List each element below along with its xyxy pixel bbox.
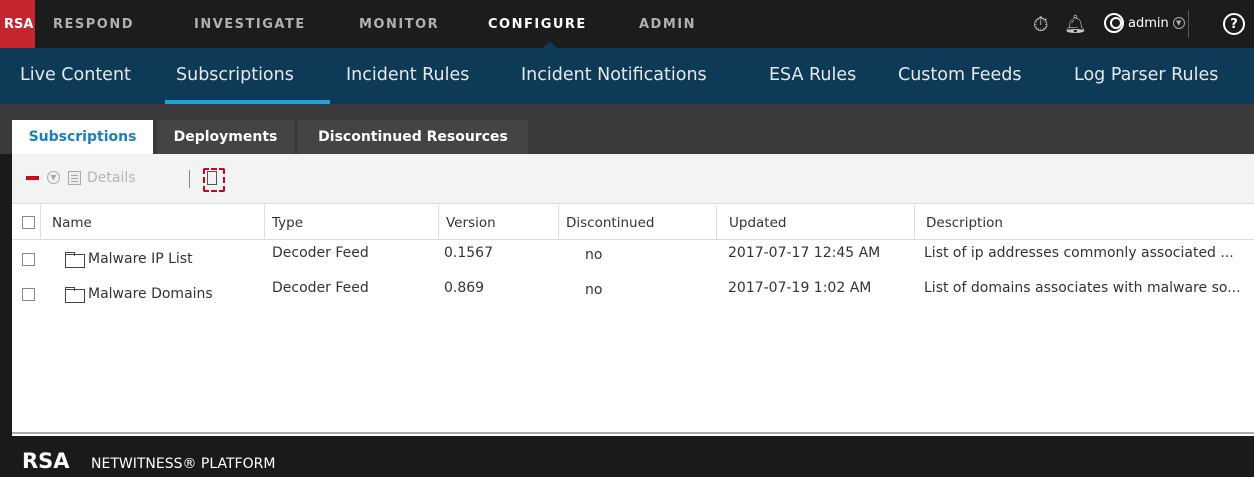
folder-icon xyxy=(65,287,85,303)
row-checkbox[interactable] xyxy=(22,253,35,266)
cell-version: 0.1567 xyxy=(444,245,493,261)
top-nav: RSA RESPOND INVESTIGATE MONITOR CONFIGUR… xyxy=(0,0,1254,48)
footer-logo: RSA xyxy=(22,449,70,473)
subnav-subscriptions[interactable]: Subscriptions xyxy=(176,65,294,85)
header-version[interactable]: Version xyxy=(446,215,496,231)
username: admin xyxy=(1128,15,1169,31)
cell-updated: 2017-07-19 1:02 AM xyxy=(728,280,872,296)
subscriptions-panel: ▼ Details Name Type Version Discontinued… xyxy=(12,154,1254,436)
cell-type: Decoder Feed xyxy=(272,245,369,261)
sub-nav: Live Content Subscriptions Incident Rule… xyxy=(0,48,1254,104)
header-name[interactable]: Name xyxy=(52,215,92,231)
cell-discontinued: no xyxy=(585,247,603,263)
table-header: Name Type Version Discontinued Updated D… xyxy=(12,205,1254,240)
bell-icon[interactable]: 🔔︎ xyxy=(1064,14,1087,35)
chevron-down-icon: ▼ xyxy=(1172,17,1185,29)
nav-admin[interactable]: ADMIN xyxy=(639,17,696,32)
subnav-custom-feeds[interactable]: Custom Feeds xyxy=(898,65,1021,85)
subnav-incident-rules[interactable]: Incident Rules xyxy=(346,65,469,85)
column-divider xyxy=(716,205,717,240)
nav-respond[interactable]: RESPOND xyxy=(53,17,134,32)
folder-icon xyxy=(65,252,85,268)
tab-discontinued-resources[interactable]: Discontinued Resources xyxy=(298,120,528,154)
table-row[interactable]: Malware Domains Decoder Feed 0.869 no 20… xyxy=(12,277,1254,310)
column-divider xyxy=(558,205,559,240)
column-divider xyxy=(40,205,41,240)
row-checkbox[interactable] xyxy=(22,288,35,301)
subnav-log-parser-rules[interactable]: Log Parser Rules xyxy=(1074,65,1218,85)
subnav-live-content[interactable]: Live Content xyxy=(20,65,131,85)
column-divider xyxy=(914,205,915,240)
subnav-incident-notifications[interactable]: Incident Notifications xyxy=(521,65,707,85)
divider xyxy=(1188,10,1189,38)
active-nav-indicator xyxy=(543,41,557,48)
toolbar-divider xyxy=(189,170,190,188)
select-all-checkbox[interactable] xyxy=(22,216,35,229)
header-updated[interactable]: Updated xyxy=(729,215,786,231)
tab-strip: Subscriptions Deployments Discontinued R… xyxy=(0,104,1254,154)
user-icon xyxy=(1104,13,1124,33)
column-divider xyxy=(264,205,265,240)
cell-updated: 2017-07-17 12:45 AM xyxy=(728,245,881,261)
details-icon[interactable] xyxy=(68,171,81,185)
cell-name: Malware Domains xyxy=(88,286,213,302)
toolbar: ▼ Details xyxy=(12,154,1254,204)
header-discontinued[interactable]: Discontinued xyxy=(566,215,654,231)
column-divider xyxy=(438,205,439,240)
cell-name: Malware IP List xyxy=(88,251,193,267)
cell-discontinued: no xyxy=(585,282,603,298)
cell-description: List of ip addresses commonly associated… xyxy=(924,245,1234,261)
stopwatch-icon[interactable]: ⏱ xyxy=(1033,12,1049,36)
tab-deployments[interactable]: Deployments xyxy=(157,120,294,154)
nav-configure[interactable]: CONFIGURE xyxy=(488,17,587,32)
cell-version: 0.869 xyxy=(444,280,485,296)
subnav-esa-rules[interactable]: ESA Rules xyxy=(769,65,856,85)
panel-bottom-border xyxy=(12,432,1254,434)
cell-description: List of domains associates with malware … xyxy=(924,280,1241,296)
tab-subscriptions[interactable]: Subscriptions xyxy=(12,120,153,154)
remove-icon[interactable] xyxy=(26,176,39,180)
nav-investigate[interactable]: INVESTIGATE xyxy=(194,17,306,32)
rsa-logo[interactable]: RSA xyxy=(0,0,35,48)
export-icon[interactable] xyxy=(203,168,225,192)
user-menu[interactable]: admin ▼ xyxy=(1104,13,1185,33)
nav-monitor[interactable]: MONITOR xyxy=(359,17,439,32)
details-button[interactable]: Details xyxy=(87,170,136,186)
logo-text: RSA xyxy=(4,17,34,32)
header-type[interactable]: Type xyxy=(272,215,303,231)
footer: RSA NETWITNESS® PLATFORM xyxy=(0,436,1254,477)
header-description[interactable]: Description xyxy=(926,215,1003,231)
cell-type: Decoder Feed xyxy=(272,280,369,296)
table-row[interactable]: Malware IP List Decoder Feed 0.1567 no 2… xyxy=(12,242,1254,275)
help-icon[interactable]: ? xyxy=(1223,13,1245,35)
footer-product-name: NETWITNESS® PLATFORM xyxy=(91,456,276,472)
chevron-down-icon[interactable]: ▼ xyxy=(47,171,60,184)
